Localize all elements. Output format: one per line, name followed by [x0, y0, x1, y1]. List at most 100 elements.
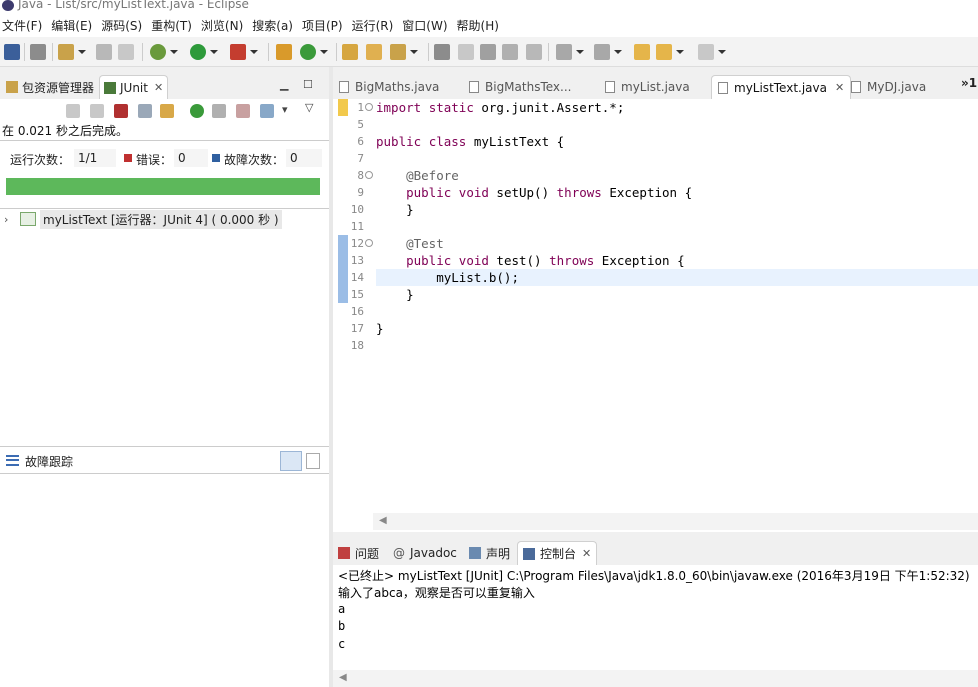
- eclipse-icon: [2, 0, 14, 11]
- view-menu-icon[interactable]: ▽: [305, 101, 313, 114]
- line-number: 9: [357, 186, 364, 199]
- java-file-icon: [851, 81, 861, 93]
- expand-fold-icon[interactable]: [365, 103, 373, 111]
- menu-run[interactable]: 运行(R): [350, 17, 401, 34]
- bottom-tab-strip: 问题 @ Javadoc 声明 控制台 ✕: [333, 537, 978, 565]
- console-output-line: a: [338, 602, 346, 616]
- scroll-left-icon[interactable]: ◀: [379, 515, 387, 526]
- next-failure-icon[interactable]: [66, 104, 80, 118]
- new-java-project-icon[interactable]: [276, 44, 292, 60]
- search-icon[interactable]: [390, 44, 418, 60]
- editor-tab-mydj[interactable]: MyDJ.java: [851, 75, 926, 99]
- save-icon[interactable]: [96, 44, 112, 60]
- close-icon[interactable]: ✕: [154, 81, 163, 94]
- editor-tab-bigmathstext[interactable]: BigMathsTex...: [469, 75, 571, 99]
- next-annotation-icon[interactable]: [480, 44, 496, 60]
- console-output-line: 输入了abca，观察是否可以重复输入: [338, 586, 535, 600]
- rerun-icon[interactable]: [190, 104, 204, 118]
- line-number: 17: [350, 322, 364, 335]
- failure-trace-header: 故障跟踪: [0, 449, 329, 473]
- tab-declaration[interactable]: 声明: [469, 541, 510, 565]
- forward-icon[interactable]: [698, 44, 726, 60]
- next-edit-icon[interactable]: [556, 44, 584, 60]
- test-suite-icon: [20, 212, 36, 226]
- test-tree-item[interactable]: › myListText [运行器：JUnit 4] ( 0.000 秒 ): [4, 209, 282, 229]
- java-file-icon: [718, 81, 728, 94]
- rerun-failed-icon[interactable]: [212, 104, 226, 118]
- close-icon[interactable]: ✕: [582, 547, 591, 560]
- junit-icon: [104, 81, 116, 94]
- show-whitespace-icon[interactable]: [526, 44, 542, 60]
- error-icon: [124, 154, 132, 162]
- tab-problems[interactable]: 问题: [338, 541, 379, 565]
- console-output-line: c: [338, 637, 346, 651]
- junit-progress-bar: [6, 178, 320, 195]
- line-number: 6: [357, 135, 364, 148]
- menu-source[interactable]: 源码(S): [99, 17, 149, 34]
- menu-window[interactable]: 窗口(W): [400, 17, 454, 34]
- quick-access-icon[interactable]: [4, 44, 20, 60]
- code-line: }: [376, 287, 414, 302]
- external-tools-icon[interactable]: [230, 44, 258, 60]
- failure-icon: [212, 154, 220, 162]
- menu-edit[interactable]: 编辑(E): [49, 17, 99, 34]
- collapse-fold-icon[interactable]: [365, 239, 373, 247]
- history-dropdown-icon[interactable]: ▾: [282, 103, 288, 116]
- code-line: @Before: [376, 168, 459, 183]
- scroll-left-icon[interactable]: ◀: [339, 672, 347, 683]
- maximize-icon[interactable]: ☐: [303, 78, 313, 91]
- tab-package-explorer[interactable]: 包资源管理器: [6, 75, 94, 99]
- test-history-icon[interactable]: [260, 104, 274, 118]
- block-selection-icon[interactable]: [502, 44, 518, 60]
- tab-console[interactable]: 控制台 ✕: [517, 541, 598, 565]
- more-tabs-indicator[interactable]: »1: [961, 76, 977, 90]
- stop-icon[interactable]: [236, 104, 250, 118]
- last-edit-icon[interactable]: [634, 44, 650, 60]
- save-all-icon[interactable]: [118, 44, 134, 60]
- tab-junit[interactable]: JUnit ✕: [99, 75, 169, 99]
- editor-horizontal-scrollbar[interactable]: ◀: [373, 513, 978, 530]
- editor-tab-mylisttext[interactable]: myListText.java ✕: [711, 75, 852, 99]
- minimize-icon[interactable]: ▁: [280, 78, 288, 91]
- menu-file[interactable]: 文件(F): [0, 17, 49, 34]
- debug-icon[interactable]: [150, 44, 178, 60]
- line-number-gutter: 1 5 6 7 8 9 10 11 12 13 14 15 16 17 18: [333, 99, 373, 514]
- skip-breakpoints-icon[interactable]: [30, 44, 46, 60]
- errors-value: 0: [174, 149, 208, 167]
- menu-navigate[interactable]: 浏览(N): [199, 17, 250, 34]
- code-line: public void test() throws Exception {: [406, 253, 685, 268]
- menu-project[interactable]: 项目(P): [300, 17, 350, 34]
- new-icon[interactable]: [58, 44, 86, 60]
- tab-javadoc[interactable]: @ Javadoc: [393, 541, 457, 565]
- chevron-right-icon[interactable]: ›: [4, 213, 16, 226]
- history-icon[interactable]: [160, 104, 174, 118]
- line-number: 13: [350, 254, 364, 267]
- editor-tab-mylist[interactable]: myList.java: [605, 75, 690, 99]
- open-folder-icon[interactable]: [366, 44, 382, 60]
- prev-edit-icon[interactable]: [594, 44, 622, 60]
- console-view: 问题 @ Javadoc 声明 控制台 ✕ <已终止> myListText […: [333, 537, 978, 687]
- line-number: 14: [350, 271, 364, 284]
- annotation-icon[interactable]: [458, 44, 474, 60]
- console-horizontal-scrollbar[interactable]: ◀: [333, 670, 978, 687]
- show-failures-only-icon[interactable]: [114, 104, 128, 118]
- back-icon[interactable]: [656, 44, 684, 60]
- previous-failure-icon[interactable]: [90, 104, 104, 118]
- scroll-lock-icon[interactable]: [138, 104, 152, 118]
- collapse-fold-icon[interactable]: [365, 171, 373, 179]
- editor-tab-bigmaths[interactable]: BigMaths.java: [339, 75, 439, 99]
- code-area[interactable]: import static org.junit.Assert.*; public…: [376, 99, 978, 514]
- line-number: 16: [350, 305, 364, 318]
- filter-stack-icon[interactable]: [280, 451, 302, 471]
- console-output-line: b: [338, 619, 346, 633]
- runs-value: 1/1: [74, 149, 116, 167]
- compare-results-icon[interactable]: [306, 453, 320, 469]
- menu-search[interactable]: 搜索(a): [250, 17, 300, 34]
- menu-refactor[interactable]: 重构(T): [149, 17, 199, 34]
- run-icon[interactable]: [190, 44, 218, 60]
- new-class-icon[interactable]: [300, 44, 328, 60]
- close-icon[interactable]: ✕: [835, 81, 844, 94]
- open-type-icon[interactable]: [342, 44, 358, 60]
- toggle-mark-icon[interactable]: [434, 44, 450, 60]
- menu-help[interactable]: 帮助(H): [455, 17, 506, 34]
